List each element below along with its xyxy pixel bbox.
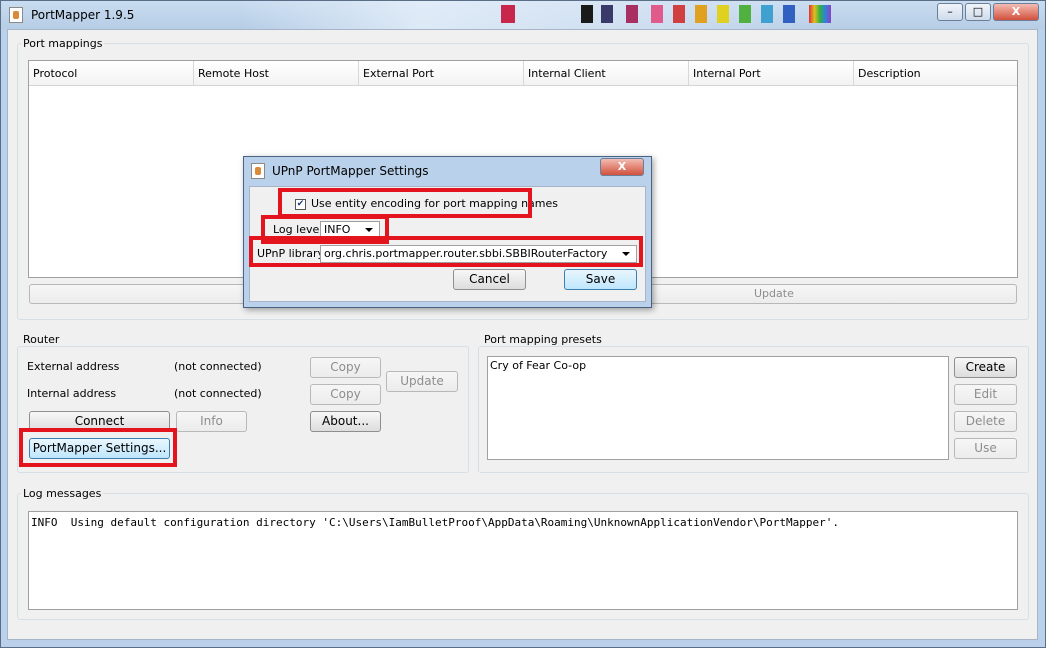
table-header: Protocol Remote Host External Port Inter…	[29, 61, 1017, 86]
background-swatch	[783, 5, 795, 23]
background-swatch	[739, 5, 751, 23]
background-swatch	[601, 5, 613, 23]
minimize-button[interactable]: –	[937, 3, 963, 21]
window-title: PortMapper 1.9.5	[31, 8, 135, 22]
dialog-close-button[interactable]: X	[600, 158, 644, 176]
dialog-title: UPnP PortMapper Settings	[272, 164, 429, 178]
background-swatch	[501, 5, 515, 23]
highlight-box-settings	[19, 428, 177, 467]
internal-address-value: (not connected)	[174, 387, 262, 400]
column-header-protocol[interactable]: Protocol	[29, 61, 194, 85]
copy-external-address-button[interactable]: Copy	[310, 357, 381, 378]
presets-label: Port mapping presets	[482, 333, 604, 346]
about-button[interactable]: About...	[310, 411, 381, 432]
internal-address-label: Internal address	[27, 387, 117, 400]
background-swatch	[695, 5, 707, 23]
column-header-internal-client[interactable]: Internal Client	[524, 61, 689, 85]
maximize-button[interactable]: □	[965, 3, 991, 21]
use-preset-button[interactable]: Use	[954, 438, 1017, 459]
background-swatch	[626, 5, 638, 23]
background-swatch	[717, 5, 729, 23]
background-swatch	[581, 5, 593, 23]
info-button[interactable]: Info	[176, 411, 247, 432]
highlight-box-entity-encoding	[278, 188, 532, 218]
cancel-button[interactable]: Cancel	[453, 269, 526, 290]
delete-preset-button[interactable]: Delete	[954, 411, 1017, 432]
background-swatch	[651, 5, 663, 23]
log-text-area[interactable]: INFO Using default configuration directo…	[28, 511, 1018, 610]
update-mappings-button[interactable]: Update	[754, 287, 794, 300]
close-button[interactable]: X	[993, 3, 1039, 21]
title-bar[interactable]: PortMapper 1.9.5 – □ X	[1, 1, 1045, 29]
edit-preset-button[interactable]: Edit	[954, 384, 1017, 405]
port-mappings-label: Port mappings	[21, 37, 105, 50]
column-header-remote-host[interactable]: Remote Host	[194, 61, 359, 85]
external-address-label: External address	[27, 360, 120, 373]
create-preset-button[interactable]: Create	[954, 357, 1017, 378]
java-app-icon	[251, 163, 265, 179]
save-button[interactable]: Save	[564, 269, 637, 290]
title-bar-decoration	[241, 1, 841, 29]
background-swatch	[673, 5, 685, 23]
highlight-box-upnp-library	[249, 236, 643, 267]
column-header-internal-port[interactable]: Internal Port	[689, 61, 854, 85]
background-swatch	[761, 5, 773, 23]
log-line: INFO Using default configuration directo…	[31, 516, 839, 529]
copy-internal-address-button[interactable]: Copy	[310, 384, 381, 405]
presets-list[interactable]: Cry of Fear Co-op	[487, 356, 949, 460]
preset-item[interactable]: Cry of Fear Co-op	[490, 359, 586, 372]
router-label: Router	[21, 333, 62, 346]
java-app-icon	[9, 7, 23, 23]
update-address-button[interactable]: Update	[386, 371, 458, 392]
column-header-description[interactable]: Description	[854, 61, 1017, 85]
external-address-value: (not connected)	[174, 360, 262, 373]
log-label: Log messages	[21, 487, 104, 500]
column-header-external-port[interactable]: External Port	[359, 61, 524, 85]
background-swatch	[809, 5, 831, 23]
